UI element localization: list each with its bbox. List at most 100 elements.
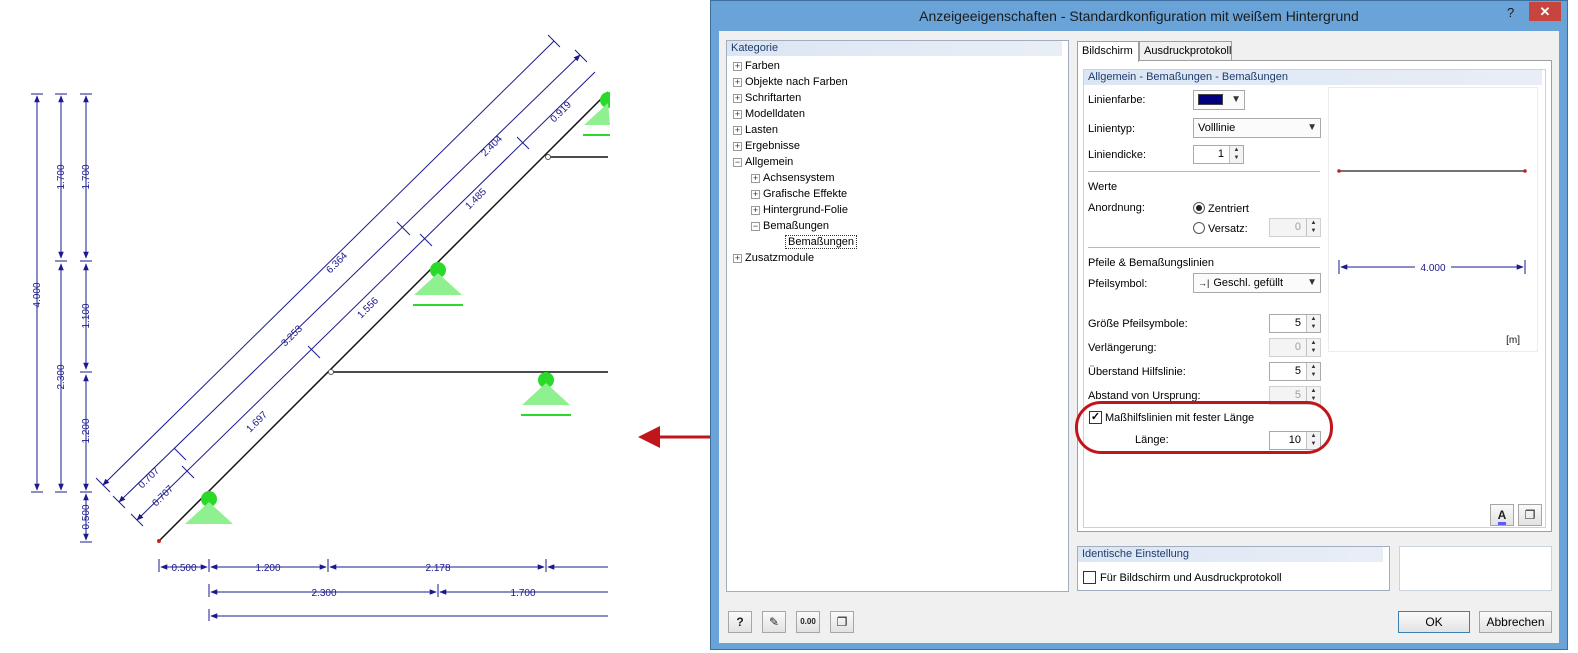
- expand-icon[interactable]: +: [733, 93, 742, 103]
- horizontal-dimension-lines: [158, 559, 608, 621]
- pfeile-label: Pfeile & Bemaßungslinien: [1088, 257, 1214, 269]
- tree-item-modelldaten[interactable]: + Modelldaten: [733, 106, 805, 122]
- dim-label: 2.404: [479, 133, 505, 159]
- category-header: Kategorie: [727, 41, 1062, 56]
- tree-item-ergebnisse[interactable]: + Ergebnisse: [733, 138, 800, 154]
- tree-item-objekte[interactable]: + Objekte nach Farben: [733, 74, 848, 90]
- werte-label: Werte: [1088, 181, 1118, 193]
- help-button[interactable]: ?: [728, 611, 752, 633]
- expand-icon[interactable]: +: [733, 61, 742, 71]
- tree-item-label: Lasten: [745, 124, 779, 136]
- spinner-value: 0: [1294, 341, 1301, 353]
- anordnung-label: Anordnung:: [1088, 202, 1145, 214]
- spinner-value: 1: [1217, 148, 1224, 160]
- units-button[interactable]: 0.00: [796, 611, 820, 633]
- expand-icon[interactable]: +: [751, 173, 760, 183]
- tab-bildschirm[interactable]: Bildschirm: [1077, 41, 1139, 62]
- units-icon: 0.00: [800, 617, 816, 626]
- linienfarbe-label: Linienfarbe:: [1088, 94, 1146, 106]
- tree-item-bemassungen-selected[interactable]: Bemaßungen: [785, 234, 858, 250]
- spinner-arrows-icon[interactable]: ▲ ▼: [1306, 315, 1320, 332]
- expand-icon[interactable]: +: [733, 109, 742, 119]
- dim-label: 2.300: [311, 588, 336, 599]
- import-button[interactable]: ❐: [830, 611, 854, 633]
- expand-icon[interactable]: +: [751, 189, 760, 199]
- radio-versatz[interactable]: [1193, 222, 1205, 234]
- dimension-drawing: 4.000 1.700 2.300 1.700 1.100 1.200 0.50…: [31, 0, 710, 653]
- node-point: [545, 154, 551, 160]
- tree-item-label: Farben: [745, 60, 780, 72]
- tree-item-label: Bemaßungen: [785, 235, 858, 249]
- separator: [1088, 247, 1320, 248]
- preview-unit-label: [m]: [1506, 335, 1520, 346]
- arrow-symbol-value: Geschl. gefüllt: [1213, 277, 1284, 289]
- tree-item-farben[interactable]: + Farben: [733, 58, 780, 74]
- font-color-button[interactable]: A: [1490, 504, 1514, 526]
- spinner-arrows-icon[interactable]: ▲ ▼: [1306, 339, 1320, 356]
- copy-icon: ❐: [1524, 508, 1536, 522]
- chevron-down-icon: ▼: [1231, 94, 1241, 105]
- preview-dim-label: 4.000: [1420, 263, 1445, 274]
- spinner-arrows-icon[interactable]: ▲ ▼: [1306, 363, 1320, 380]
- tree-item-hintergrund-folie[interactable]: + Hintergrund-Folie: [751, 202, 848, 218]
- edit-button[interactable]: ✎: [762, 611, 786, 633]
- expand-icon[interactable]: +: [733, 141, 742, 151]
- verlaengerung-label: Verlängerung:: [1088, 342, 1157, 354]
- font-color-icon: A: [1497, 508, 1507, 525]
- collapse-icon[interactable]: −: [751, 221, 760, 231]
- radio-zentriert[interactable]: [1193, 202, 1205, 214]
- collapse-icon[interactable]: −: [733, 157, 742, 167]
- cancel-button[interactable]: Abbrechen: [1479, 611, 1552, 633]
- settings-header: Allgemein - Bemaßungen - Bemaßungen: [1084, 70, 1542, 85]
- dim-label: 0.919: [548, 99, 574, 125]
- tab-page-bildschirm: Allgemein - Bemaßungen - Bemaßungen Lini…: [1075, 60, 1552, 532]
- separator: [1088, 171, 1320, 172]
- dim-label: 6.364: [324, 250, 350, 276]
- dim-label: 1.556: [355, 295, 381, 321]
- same-for-print-label: Für Bildschirm und Ausdruckprotokoll: [1100, 572, 1282, 584]
- overhang-spinner[interactable]: 5 ▲ ▼: [1269, 362, 1321, 381]
- arrow-symbol-dropdown[interactable]: →| Geschl. gefüllt ▼: [1193, 273, 1321, 293]
- spinner-value: 5: [1294, 317, 1301, 329]
- tree-item-zusatzmodule[interactable]: + Zusatzmodule: [733, 250, 814, 266]
- expand-icon[interactable]: +: [733, 77, 742, 87]
- tree-item-label: Allgemein: [745, 156, 794, 168]
- tree-item-lasten[interactable]: + Lasten: [733, 122, 778, 138]
- support: [521, 372, 571, 416]
- highlight-ellipse: [1075, 401, 1333, 454]
- tree-item-grafische-effekte[interactable]: + Grafische Effekte: [751, 186, 847, 202]
- tree-item-label: Schriftarten: [745, 92, 802, 104]
- offset-spinner[interactable]: 0 ▲ ▼: [1269, 218, 1321, 237]
- expand-icon[interactable]: +: [751, 205, 760, 215]
- ok-button[interactable]: OK: [1398, 611, 1470, 633]
- tree-item-bemassungen-group[interactable]: − Bemaßungen: [751, 218, 829, 234]
- tree-item-schriftarten[interactable]: + Schriftarten: [733, 90, 801, 106]
- spinner-value: 5: [1294, 389, 1301, 401]
- dim-label: 0.707: [136, 465, 162, 491]
- dim-label: 1.200: [255, 563, 280, 574]
- close-button[interactable]: ✕: [1529, 2, 1561, 21]
- dim-label: 0.500: [171, 563, 196, 574]
- expand-icon[interactable]: +: [733, 253, 742, 263]
- line-type-dropdown[interactable]: Volllinie ▼: [1193, 118, 1321, 138]
- extension-spinner[interactable]: 0 ▲ ▼: [1269, 338, 1321, 357]
- spinner-arrows-icon[interactable]: ▲ ▼: [1306, 219, 1320, 236]
- help-icon[interactable]: ?: [1507, 6, 1519, 20]
- tree-item-achsensystem[interactable]: + Achsensystem: [751, 170, 835, 186]
- expand-icon[interactable]: +: [733, 125, 742, 135]
- copy-settings-button[interactable]: ❐: [1518, 504, 1542, 526]
- spinner-arrows-icon[interactable]: ▲ ▼: [1229, 146, 1243, 163]
- arrow-size-spinner[interactable]: 5 ▲ ▼: [1269, 314, 1321, 333]
- support: [413, 262, 463, 306]
- tree-item-allgemein[interactable]: − Allgemein: [733, 154, 793, 170]
- node-point: [328, 369, 334, 375]
- line-color-dropdown[interactable]: ▼: [1193, 90, 1245, 110]
- dim-label: 1.700: [81, 164, 92, 189]
- tree-item-label: Bemaßungen: [763, 220, 830, 232]
- category-tree-panel: Kategorie + Farben + Objekte nach Farben +…: [726, 40, 1069, 592]
- line-thickness-spinner[interactable]: 1 ▲ ▼: [1193, 145, 1244, 164]
- dimension-preview: 4.000 [m]: [1328, 87, 1538, 352]
- tab-ausdruckprotokoll[interactable]: Ausdruckprotokoll: [1139, 41, 1232, 61]
- chevron-down-icon: ▼: [1307, 277, 1317, 288]
- same-for-print-checkbox[interactable]: [1083, 571, 1096, 584]
